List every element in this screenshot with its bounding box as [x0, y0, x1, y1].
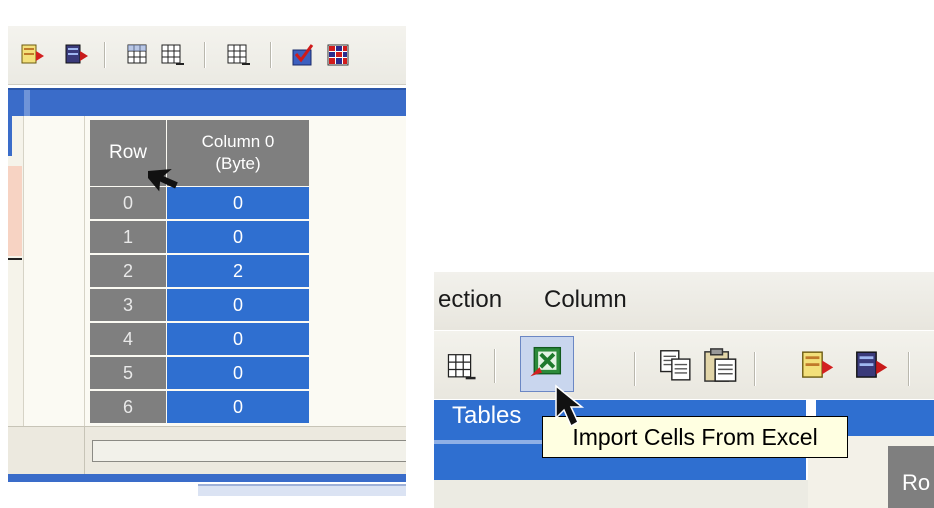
toolbar-separator	[104, 42, 105, 68]
paste-icon[interactable]	[702, 346, 740, 384]
export-arrow-icon[interactable]	[20, 42, 46, 68]
import-arrow-icon[interactable]	[64, 42, 90, 68]
grid-icon[interactable]	[126, 42, 152, 68]
toolbar-separator	[754, 352, 755, 386]
toolbar-separator	[634, 352, 635, 386]
value-cell[interactable]: 0	[167, 323, 309, 355]
grid-add-icon[interactable]	[446, 351, 478, 383]
grid-add-icon[interactable]	[160, 42, 186, 68]
row-number-cell[interactable]: 1	[90, 221, 166, 253]
value-cell[interactable]: 0	[167, 221, 309, 253]
row-number-cell[interactable]: 4	[90, 323, 166, 355]
menu-bar: ection Column	[434, 272, 934, 330]
left-toolbar	[8, 26, 406, 85]
right-screenshot-panel: ection Column Tables Ro Import Cells Fro…	[434, 272, 934, 508]
column-header-title: Column 0	[201, 132, 275, 151]
value-cell[interactable]: 0	[167, 357, 309, 389]
value-cell[interactable]: 0	[167, 391, 309, 423]
mouse-cursor-icon	[555, 384, 585, 428]
left-strip	[8, 116, 24, 426]
toolbar-separator	[204, 42, 205, 68]
toolbar-separator	[270, 42, 271, 68]
menu-column[interactable]: Column	[544, 286, 627, 314]
import-excel-icon	[530, 346, 562, 377]
data-grid: Row Column 0 (Byte) 0 0 1 0 2 2 3 0 4 0 …	[90, 120, 312, 426]
left-screenshot-panel: Row Column 0 (Byte) 0 0 1 0 2 2 3 0 4 0 …	[8, 8, 406, 496]
copy-icon[interactable]	[658, 348, 694, 384]
value-cell[interactable]: 2	[167, 255, 309, 287]
row-number-cell[interactable]: 2	[90, 255, 166, 287]
row-number-cell[interactable]: 5	[90, 357, 166, 389]
row-number-cell[interactable]: 3	[90, 289, 166, 321]
column-header-type: (Byte)	[215, 154, 261, 173]
export-arrow-icon[interactable]	[800, 348, 836, 384]
footer-panel	[198, 484, 406, 496]
divider	[84, 116, 85, 426]
footer-bar	[8, 474, 406, 482]
grid-edit-icon[interactable]	[226, 42, 252, 68]
row-header[interactable]: Ro	[888, 446, 934, 508]
mouse-cursor-icon	[148, 169, 178, 192]
tooltip-text: Import Cells From Excel	[572, 423, 818, 450]
toolbar-separator	[494, 349, 495, 383]
horizontal-scrollbar[interactable]	[92, 440, 406, 462]
color-grid-icon[interactable]	[326, 42, 352, 68]
tables-label: Tables	[452, 402, 522, 429]
check-grid-icon[interactable]	[290, 42, 316, 68]
toolbar-separator	[908, 352, 909, 386]
value-cell[interactable]: 0	[167, 289, 309, 321]
import-arrow-icon[interactable]	[854, 348, 890, 384]
row-header-label: Ro	[902, 470, 931, 495]
title-bar	[8, 88, 406, 116]
bottom-bar	[434, 480, 808, 508]
menu-selection[interactable]: ection	[438, 286, 502, 314]
row-number-cell[interactable]: 6	[90, 391, 166, 423]
